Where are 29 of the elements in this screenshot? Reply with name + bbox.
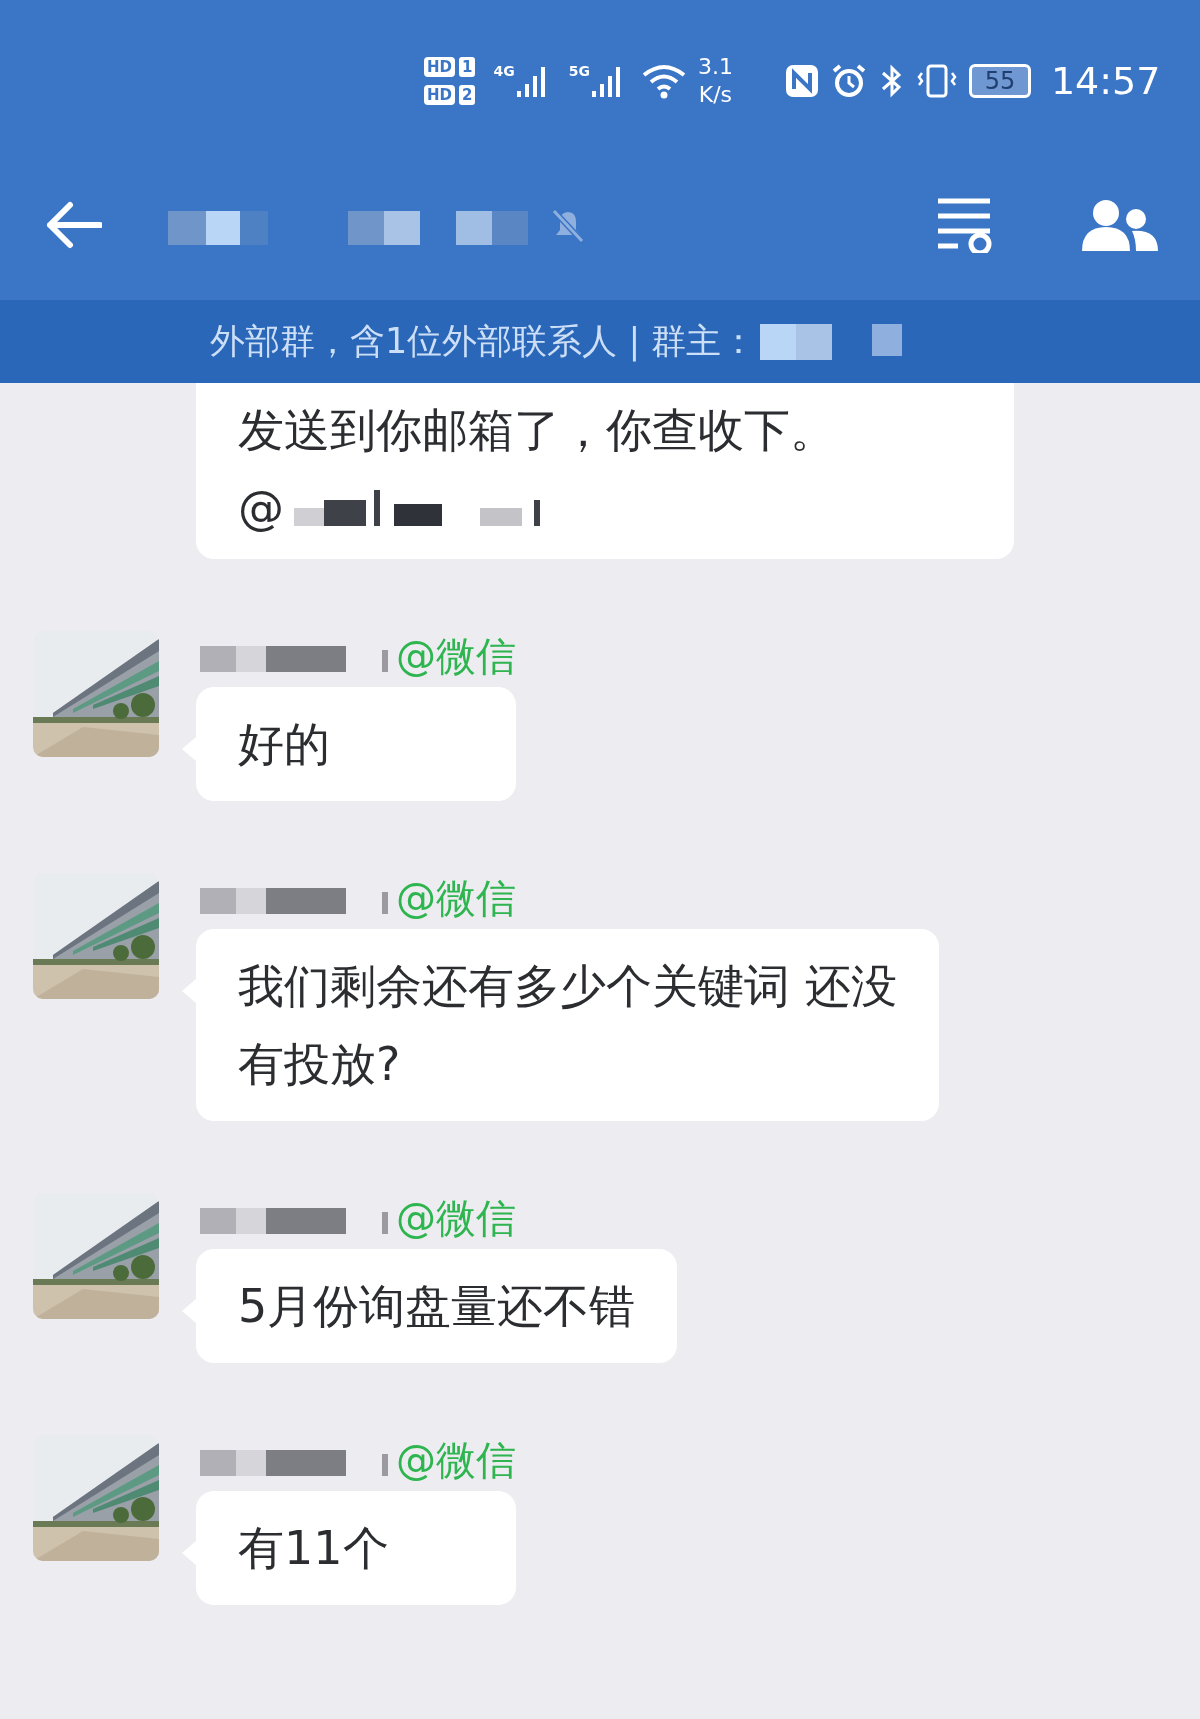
sim-label: HD bbox=[424, 57, 455, 77]
group-info-text: 外部群，含1位外部联系人 | 群主： bbox=[210, 320, 757, 364]
sim-label: 1 bbox=[459, 57, 476, 77]
nfc-icon bbox=[784, 64, 819, 98]
group-members-icon[interactable] bbox=[1080, 197, 1160, 253]
message-text: 有投放? bbox=[238, 1036, 402, 1093]
sim-label: HD bbox=[424, 85, 455, 105]
sender-source-label: @微信 bbox=[396, 631, 516, 681]
sim-label: 2 bbox=[459, 85, 476, 105]
message-text: 我们剩余还有多少个关键词 还没 bbox=[238, 958, 897, 1015]
message-text: 有11个 bbox=[238, 1520, 390, 1577]
network-label: 4G bbox=[493, 63, 515, 79]
sender-source-label: @微信 bbox=[396, 1435, 516, 1485]
message-text: 发送到你邮箱了，你查收下。 bbox=[238, 402, 837, 459]
clock-time: 14:57 bbox=[1050, 59, 1161, 103]
speed-value: 3.1 bbox=[697, 53, 733, 81]
speed-unit: K/s bbox=[698, 81, 733, 109]
sender-source-label: @微信 bbox=[396, 1193, 516, 1243]
back-arrow-icon[interactable] bbox=[44, 201, 102, 249]
filter-menu-icon[interactable] bbox=[936, 197, 994, 253]
sender-source-label: @微信 bbox=[396, 873, 516, 923]
network-label: 5G bbox=[568, 63, 590, 79]
message-text: 5月份询盘量还不错 bbox=[238, 1278, 636, 1335]
battery-icon: 55 bbox=[968, 64, 1031, 98]
vibrate-icon bbox=[916, 63, 957, 99]
alarm-icon bbox=[830, 63, 867, 99]
mention-at: @ bbox=[238, 480, 284, 537]
message-text: 好的 bbox=[238, 716, 331, 773]
wifi-icon bbox=[641, 63, 686, 99]
